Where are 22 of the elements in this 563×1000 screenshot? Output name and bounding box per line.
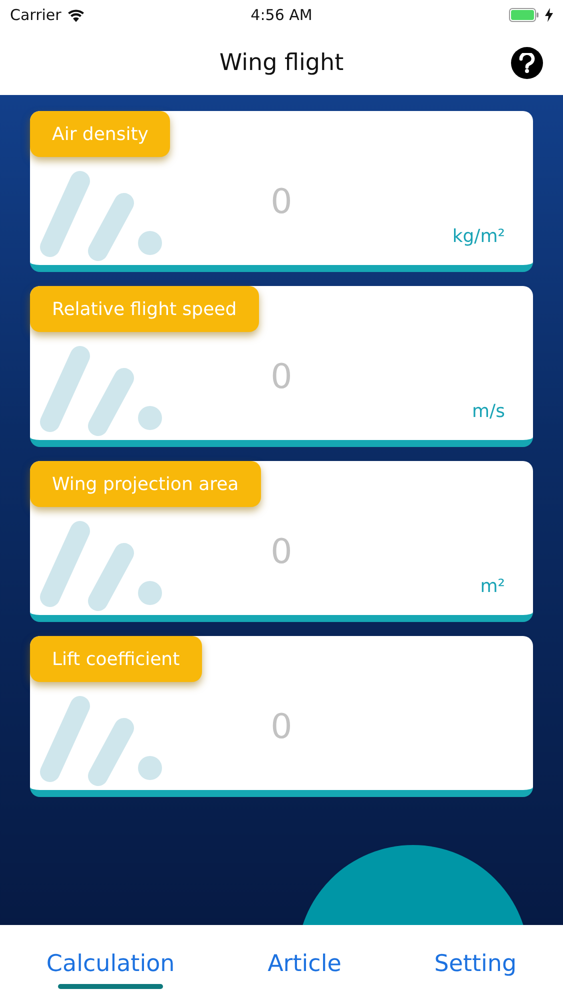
battery-icon bbox=[509, 8, 539, 22]
help-button[interactable] bbox=[511, 47, 543, 79]
status-time: 4:56 AM bbox=[250, 6, 312, 24]
value-field[interactable]: 0 bbox=[180, 179, 383, 225]
charging-icon bbox=[545, 8, 553, 22]
value-field[interactable]: 0 bbox=[180, 354, 383, 400]
tab[interactable]: Calculation bbox=[38, 925, 183, 989]
tab[interactable]: Setting bbox=[426, 925, 525, 989]
unit-label: m² bbox=[480, 576, 505, 597]
field-label: Relative flight speed bbox=[30, 286, 259, 332]
carrier-name: Carrier bbox=[10, 6, 62, 24]
field-label: Air density bbox=[30, 111, 170, 157]
value-field[interactable]: 0 bbox=[180, 529, 383, 575]
value-field[interactable]: 0 bbox=[180, 704, 383, 750]
question-icon bbox=[519, 53, 535, 73]
tab[interactable]: Article bbox=[260, 925, 350, 989]
unit-label: kg/m² bbox=[452, 226, 505, 247]
unit-label: m/s bbox=[472, 401, 505, 422]
screen-title: Wing flight bbox=[219, 50, 344, 76]
field-label: Wing projection area bbox=[30, 461, 261, 507]
field-label: Lift coefficient bbox=[30, 636, 202, 682]
wifi-icon bbox=[67, 8, 86, 22]
